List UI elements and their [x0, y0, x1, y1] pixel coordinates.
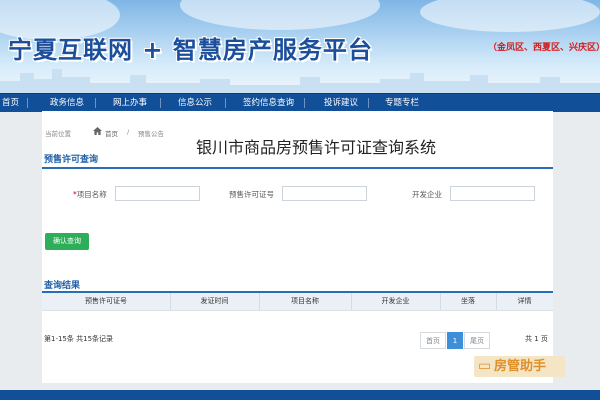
results-table-header: 预售许可证号 发证时间 项目名称 开发企业 坐落 详情 [42, 293, 553, 311]
nav-item-contract-query[interactable]: 签约信息查询 [243, 94, 294, 112]
permit-number-input[interactable] [282, 186, 367, 201]
header-banner: 宁夏互联网 + 智慧房产服务平台 （金凤区、西夏区、兴庆区） [0, 0, 600, 93]
column-header-details: 详情 [517, 297, 532, 305]
content-panel: 当前位置 首页 / 预售公告 银川市商品房预售许可证查询系统 预售许可查询 *项… [42, 111, 553, 383]
section-divider [42, 167, 553, 169]
column-header-developer: 开发企业 [381, 297, 410, 305]
page-count: 共 1 页 [525, 335, 548, 343]
pagination-first-button[interactable]: 首页 [420, 332, 446, 349]
nav-divider [368, 98, 369, 108]
chat-bubble-icon: ▭ [478, 358, 492, 374]
main-nav: 首页 政务信息 网上办事 信息公示 签约信息查询 投诉建议 专题专栏 [0, 93, 600, 112]
column-header-project-name: 项目名称 [291, 297, 319, 305]
breadcrumb-separator-icon: / [127, 128, 130, 136]
project-name-input[interactable] [115, 186, 200, 201]
watermark-text: 房管助手 [494, 359, 547, 374]
permit-number-label: 预售许可证号 [229, 190, 274, 199]
query-section-title: 预售许可查询 [44, 155, 99, 165]
column-header-location: 坐落 [461, 297, 475, 305]
confirm-query-button[interactable]: 确认查询 [45, 233, 89, 250]
project-name-label: *项目名称 [73, 189, 107, 200]
column-header-permit-no: 预售许可证号 [85, 297, 127, 305]
project-name-label-text: 项目名称 [76, 190, 107, 199]
column-header-issue-date: 发证时间 [200, 297, 229, 305]
nav-divider [304, 98, 305, 108]
district-list: （金凤区、西夏区、兴庆区） [488, 43, 600, 53]
nav-item-special-topics[interactable]: 专题专栏 [385, 94, 419, 112]
breadcrumb-home[interactable]: 首页 [105, 128, 118, 138]
results-section-title: 查询结果 [44, 281, 81, 291]
watermark-badge: ▭ 房管助手 [474, 356, 565, 377]
nav-item-home[interactable]: 首页 [2, 94, 19, 112]
record-summary: 第1-15条 共15条记录 [44, 335, 114, 343]
pagination-last-button[interactable]: 尾页 [464, 332, 490, 349]
breadcrumb-current-label: 当前位置 [45, 130, 71, 138]
nav-divider [160, 98, 161, 108]
developer-input[interactable] [450, 186, 535, 201]
nav-item-complaints[interactable]: 投诉建议 [324, 94, 358, 112]
nav-item-gov-info[interactable]: 政务信息 [50, 94, 84, 112]
home-icon [93, 127, 102, 135]
nav-item-public-info[interactable]: 信息公示 [178, 94, 212, 112]
nav-item-online-service[interactable]: 网上办事 [113, 94, 147, 112]
footer-bar [0, 390, 600, 400]
platform-title: 宁夏互联网 + 智慧房产服务平台 [8, 36, 373, 64]
nav-divider [27, 98, 28, 108]
nav-divider [225, 98, 226, 108]
pagination-page-1[interactable]: 1 [447, 332, 463, 349]
nav-divider [95, 98, 96, 108]
developer-label: 开发企业 [412, 190, 442, 199]
breadcrumb-page: 预售公告 [138, 130, 164, 138]
system-title: 银川市商品房预售许可证查询系统 [196, 138, 437, 157]
